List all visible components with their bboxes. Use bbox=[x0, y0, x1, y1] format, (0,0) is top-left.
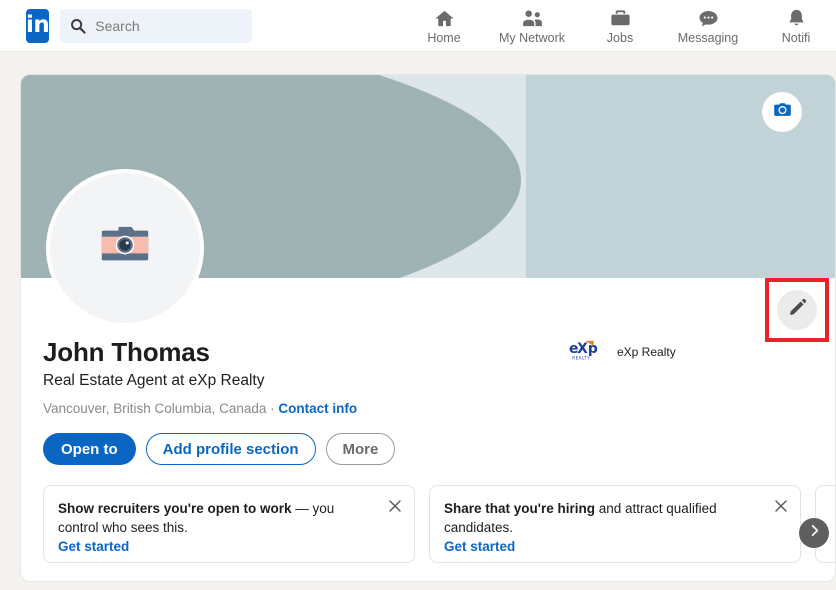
promo-card-hiring: Share that you're hiring and attract qua… bbox=[429, 485, 801, 563]
chevron-right-icon bbox=[807, 523, 822, 543]
profile-location: Vancouver, British Columbia, Canada bbox=[43, 401, 266, 416]
close-icon[interactable] bbox=[387, 498, 403, 514]
svg-text:X: X bbox=[577, 341, 588, 357]
profile-photo-placeholder[interactable] bbox=[46, 169, 204, 327]
linkedin-logo[interactable]: in bbox=[26, 9, 49, 43]
search-placeholder: Search bbox=[95, 18, 139, 34]
promo-text-bold: Share that you're hiring bbox=[444, 501, 595, 516]
nav-item-my-network[interactable]: My Network bbox=[484, 0, 580, 52]
global-navigation-bar: in Search Home bbox=[0, 0, 836, 52]
promo-text: Share that you're hiring and attract qua… bbox=[444, 499, 764, 537]
profile-identity: John Thomas Real Estate Agent at eXp Rea… bbox=[43, 336, 563, 419]
company-name: eXp Realty bbox=[617, 345, 676, 359]
exp-realty-logo-icon: e X p REALTY bbox=[569, 339, 605, 365]
camera-icon bbox=[772, 99, 793, 125]
people-icon bbox=[521, 6, 544, 30]
edit-intro-button[interactable] bbox=[777, 290, 817, 330]
svg-text:REALTY: REALTY bbox=[572, 356, 590, 361]
contact-info-link[interactable]: Contact info bbox=[278, 401, 357, 416]
current-company-badge[interactable]: e X p REALTY eXp Realty bbox=[569, 339, 676, 365]
nav-item-home[interactable]: Home bbox=[404, 0, 484, 52]
primary-nav-items: Home My Network Jobs bbox=[404, 0, 836, 52]
nav-item-jobs[interactable]: Jobs bbox=[580, 0, 660, 52]
bell-icon bbox=[785, 6, 808, 30]
location-separator: · bbox=[266, 401, 278, 416]
profile-headline: Real Estate Agent at eXp Realty bbox=[43, 370, 563, 392]
message-bubble-icon bbox=[697, 6, 720, 30]
camera-placeholder-icon bbox=[99, 225, 151, 271]
profile-name: John Thomas bbox=[43, 336, 563, 368]
home-icon bbox=[433, 6, 456, 30]
promo-carousel: Show recruiters you're open to work — yo… bbox=[43, 485, 836, 563]
more-button[interactable]: More bbox=[326, 433, 396, 465]
nav-item-notifications[interactable]: Notifi bbox=[756, 0, 836, 52]
pencil-icon bbox=[787, 297, 808, 323]
promo-card-open-to-work: Show recruiters you're open to work — yo… bbox=[43, 485, 415, 563]
nav-label-notifications: Notifi bbox=[782, 31, 810, 46]
carousel-next-button[interactable] bbox=[799, 518, 829, 548]
edit-banner-button[interactable] bbox=[762, 92, 802, 132]
nav-label-jobs: Jobs bbox=[607, 31, 633, 46]
briefcase-icon bbox=[609, 6, 632, 30]
search-icon bbox=[70, 18, 86, 34]
nav-label-home: Home bbox=[427, 31, 460, 46]
profile-action-buttons: Open to Add profile section More bbox=[43, 433, 395, 465]
profile-card: John Thomas Real Estate Agent at eXp Rea… bbox=[20, 74, 836, 582]
promo-text-bold: Show recruiters you're open to work bbox=[58, 501, 292, 516]
open-to-button[interactable]: Open to bbox=[43, 433, 136, 465]
nav-label-messaging: Messaging bbox=[678, 31, 738, 46]
nav-label-my-network: My Network bbox=[499, 31, 565, 46]
edit-intro-highlight bbox=[765, 278, 829, 342]
get-started-link[interactable]: Get started bbox=[58, 539, 129, 554]
add-profile-section-button[interactable]: Add profile section bbox=[146, 433, 316, 465]
close-icon[interactable] bbox=[773, 498, 789, 514]
promo-text: Show recruiters you're open to work — yo… bbox=[58, 499, 378, 537]
nav-item-messaging[interactable]: Messaging bbox=[660, 0, 756, 52]
profile-location-row: Vancouver, British Columbia, Canada · Co… bbox=[43, 399, 563, 419]
search-input[interactable]: Search bbox=[60, 9, 252, 43]
get-started-link[interactable]: Get started bbox=[444, 539, 515, 554]
